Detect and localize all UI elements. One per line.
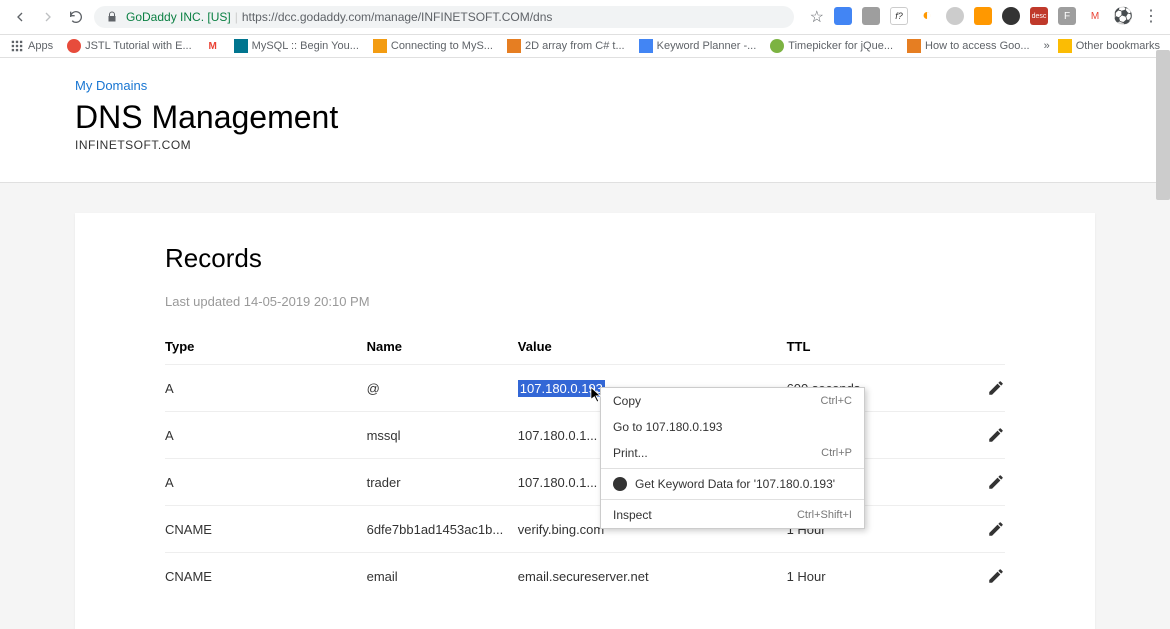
url-path: https://dcc.godaddy.com/manage/INFINETSO…: [242, 10, 553, 24]
bookmark-icon: [770, 39, 784, 53]
lock-icon: [106, 11, 118, 23]
address-bar[interactable]: GoDaddy INC. [US] | https://dcc.godaddy.…: [94, 6, 794, 28]
table-row: CNAME 6dfe7bb1ad1453ac1b... verify.bing.…: [165, 505, 1005, 552]
last-updated: Last updated 14-05-2019 20:10 PM: [165, 294, 1005, 309]
menu-divider: [601, 499, 864, 500]
back-button[interactable]: [10, 7, 30, 27]
ext-icon-8[interactable]: desc: [1030, 7, 1048, 25]
bookmark-icon: [639, 39, 653, 53]
menu-divider: [601, 468, 864, 469]
bookmark-icon: [507, 39, 521, 53]
bookmark-2darray[interactable]: 2D array from C# t...: [507, 39, 625, 53]
menu-inspect[interactable]: Inspect Ctrl+Shift+I: [601, 502, 864, 528]
other-bookmarks[interactable]: Other bookmarks: [1058, 39, 1160, 53]
bookmark-timepicker[interactable]: Timepicker for jQue...: [770, 39, 893, 53]
bookmark-mysql[interactable]: MySQL :: Begin You...: [234, 39, 359, 53]
apps-button[interactable]: Apps: [10, 39, 53, 53]
bookmark-keyword[interactable]: Keyword Planner -...: [639, 39, 757, 53]
browser-toolbar: GoDaddy INC. [US] | https://dcc.godaddy.…: [0, 0, 1170, 35]
reload-button[interactable]: [66, 7, 86, 27]
bookmark-gmail[interactable]: M: [206, 39, 220, 53]
menu-keyword[interactable]: Get Keyword Data for '107.180.0.193': [601, 471, 864, 497]
menu-copy[interactable]: Copy Ctrl+C: [601, 388, 864, 414]
forward-button[interactable]: [38, 7, 58, 27]
ext-icon-5[interactable]: [946, 7, 964, 25]
table-row: CNAME email email.secureserver.net 1 Hou…: [165, 552, 1005, 599]
records-card: Records Last updated 14-05-2019 20:10 PM…: [75, 213, 1095, 629]
keyword-icon: [613, 477, 627, 491]
bookmarks-bar: Apps JSTL Tutorial with E... M MySQL :: …: [0, 35, 1170, 58]
ext-icon-10[interactable]: M: [1086, 7, 1104, 25]
table-row: A @ 107.180.0.193 600 seconds: [165, 364, 1005, 411]
ext-icon-4[interactable]: ◐: [918, 7, 936, 25]
ext-icon-1[interactable]: [834, 7, 852, 25]
avatar-icon[interactable]: ⚽: [1114, 7, 1132, 25]
records-table: Type Name Value TTL A @ 107.180.0.193 60…: [165, 329, 1005, 599]
toolbar-extensions: ☆ f? ◐ desc F M ⚽ ⋮: [810, 7, 1160, 27]
ext-icon-6[interactable]: [974, 7, 992, 25]
th-value: Value: [518, 339, 787, 354]
edit-icon[interactable]: [987, 426, 1005, 444]
bookmark-jstl[interactable]: JSTL Tutorial with E...: [67, 39, 192, 53]
edit-icon[interactable]: [987, 520, 1005, 538]
bookmark-icon: [907, 39, 921, 53]
th-name: Name: [367, 339, 518, 354]
th-type: Type: [165, 339, 367, 354]
browser-menu-button[interactable]: ⋮: [1142, 7, 1160, 25]
gmail-icon: M: [206, 39, 220, 53]
bookmark-icon: [67, 39, 81, 53]
ext-icon-7[interactable]: [1002, 7, 1020, 25]
context-menu: Copy Ctrl+C Go to 107.180.0.193 Print...…: [600, 387, 865, 529]
records-title: Records: [165, 243, 1005, 274]
scrollbar-vertical[interactable]: [1156, 50, 1170, 200]
edit-icon[interactable]: [987, 473, 1005, 491]
table-row: A mssql 107.180.0.1... ...ids: [165, 411, 1005, 458]
bookmark-icon: [373, 39, 387, 53]
folder-icon: [1058, 39, 1072, 53]
table-row: A trader 107.180.0.1... ...ids: [165, 458, 1005, 505]
cursor-icon: [590, 386, 604, 404]
table-header: Type Name Value TTL: [165, 329, 1005, 364]
page-title: DNS Management: [75, 99, 1095, 136]
url-org: GoDaddy INC. [US]: [126, 10, 231, 24]
ext-icon-3[interactable]: f?: [890, 7, 908, 25]
ext-icon-2[interactable]: [862, 7, 880, 25]
breadcrumb-link[interactable]: My Domains: [75, 78, 1095, 93]
apps-icon: [10, 39, 24, 53]
star-icon[interactable]: ☆: [810, 7, 824, 27]
edit-icon[interactable]: [987, 567, 1005, 585]
bookmark-icon: [234, 39, 248, 53]
th-ttl: TTL: [787, 339, 938, 354]
menu-goto[interactable]: Go to 107.180.0.193: [601, 414, 864, 440]
ext-icon-9[interactable]: F: [1058, 7, 1076, 25]
menu-print[interactable]: Print... Ctrl+P: [601, 440, 864, 466]
bookmarks-more[interactable]: »: [1044, 40, 1050, 52]
page-header: My Domains DNS Management INFINETSOFT.CO…: [0, 58, 1170, 183]
bookmark-connecting[interactable]: Connecting to MyS...: [373, 39, 493, 53]
bookmark-access[interactable]: How to access Goo...: [907, 39, 1030, 53]
domain-subtitle: INFINETSOFT.COM: [75, 138, 1095, 152]
edit-icon[interactable]: [987, 379, 1005, 397]
